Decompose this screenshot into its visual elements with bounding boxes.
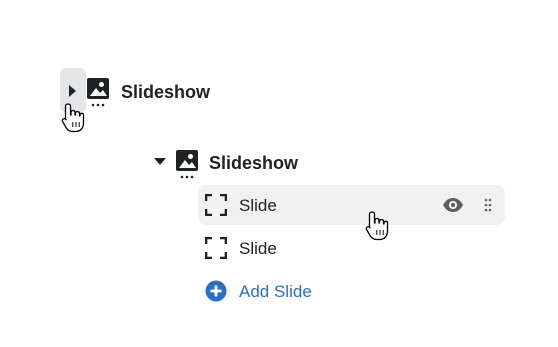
section-label[interactable]: Slideshow: [121, 81, 210, 103]
add-circle-icon[interactable]: [205, 280, 227, 302]
caret-down-icon[interactable]: [154, 158, 166, 165]
add-slide-label[interactable]: Add Slide: [239, 281, 312, 303]
frame-icon: [205, 194, 227, 216]
block-label[interactable]: Slide: [239, 195, 277, 217]
section-label[interactable]: Slideshow: [209, 152, 298, 174]
eye-icon[interactable]: [442, 197, 464, 213]
caret-right-icon[interactable]: [69, 85, 76, 97]
block-label[interactable]: Slide: [239, 238, 277, 260]
drag-handle-icon[interactable]: [484, 198, 492, 212]
frame-icon: [205, 237, 227, 259]
image-icon: [176, 150, 198, 179]
image-icon: [87, 78, 109, 107]
hand-cursor-icon: [61, 103, 85, 133]
